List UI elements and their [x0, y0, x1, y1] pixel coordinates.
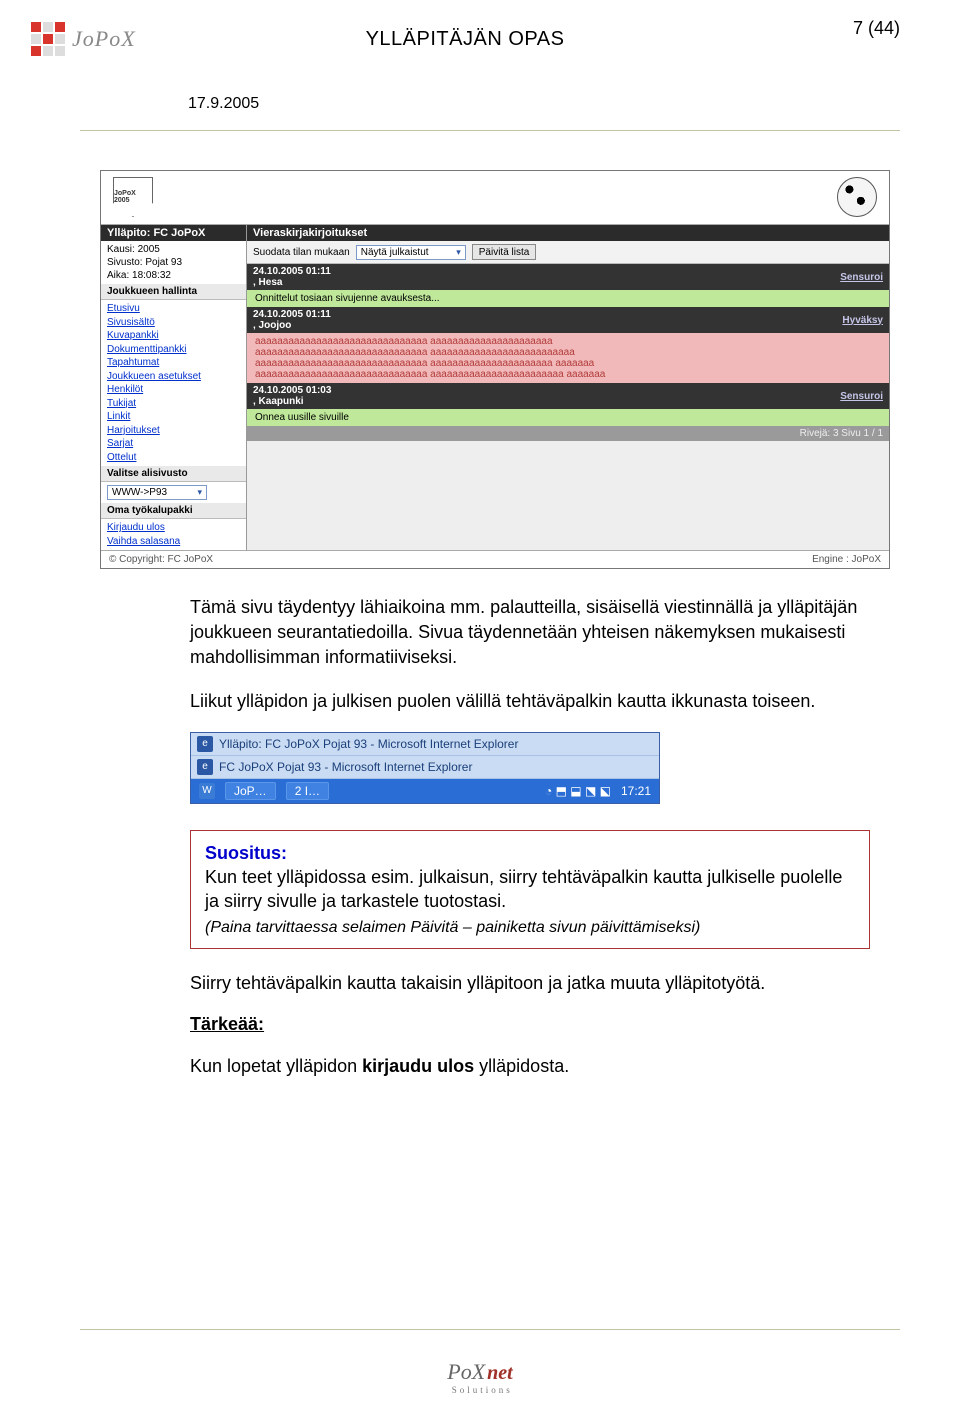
nav-sarjat[interactable]: Sarjat [107, 437, 240, 451]
callout-title: Suositus: [205, 843, 287, 863]
alisivusto-value: WWW->P93 [112, 487, 167, 498]
paragraph: Siirry tehtäväpalkin kautta takaisin yll… [190, 971, 870, 996]
entry-author: , Joojoo [253, 320, 291, 331]
ie-icon: e [197, 736, 213, 752]
admin-screenshot: JoPoX 2005 Ylläpito: FC JoPoX Kausi: 200… [100, 170, 890, 569]
filter-select[interactable]: Näytä julkaistut ▾ [356, 245, 466, 260]
callout-line: Kun teet ylläpidossa esim. julkaisun, si… [205, 867, 842, 911]
page-number: 7 (44) [853, 18, 900, 39]
nav-kuvapankki[interactable]: Kuvapankki [107, 329, 240, 343]
main-panel: Vieraskirjakirjoitukset Suodata tilan mu… [247, 225, 889, 550]
entry-timestamp: 24.10.2005 01:03 [253, 385, 331, 396]
titlebar: Ylläpito: FC JoPoX [101, 225, 246, 241]
footer-logo: PoXnet Solutions [447, 1359, 512, 1385]
chevron-down-icon: ▾ [197, 487, 202, 498]
entry-author: , Kaapunki [253, 396, 304, 407]
section-joukkueen-hallinta: Joukkueen hallinta [101, 284, 246, 300]
tool-links: Kirjaudu ulos Vaihda salasana [101, 519, 246, 550]
info-kausi: Kausi: 2005 [107, 243, 240, 256]
info-sivusto: Sivusto: Pojat 93 [107, 256, 240, 269]
nav-ottelut[interactable]: Ottelut [107, 451, 240, 465]
important-heading: Tärkeää: [190, 1014, 264, 1034]
footer-divider [80, 1329, 900, 1330]
nav-joukkueen-asetukset[interactable]: Joukkueen asetukset [107, 370, 240, 384]
text-bold: kirjaudu ulos [362, 1056, 474, 1076]
action-sensuroi[interactable]: Sensuroi [840, 391, 883, 402]
callout-note: (Paina tarvittaessa selaimen Päivitä – p… [205, 919, 700, 936]
nav-henkilot[interactable]: Henkilöt [107, 383, 240, 397]
nav-harjoitukset[interactable]: Harjoitukset [107, 424, 240, 438]
taskbar-window-label: FC JoPoX Pojat 93 - Microsoft Internet E… [219, 760, 472, 774]
taskbar-tray: W JoP… 2 I… ◔ ⬒ ⬓ ⬔ ⬕ 17:21 [191, 779, 659, 803]
main-title: Vieraskirjakirjoitukset [247, 225, 889, 241]
entry-body: Onnittelut tosiaan sivujenne avauksesta.… [247, 290, 889, 307]
taskbar-screenshot: e Ylläpito: FC JoPoX Pojat 93 - Microsof… [190, 732, 660, 804]
brand-name: JoPoX [72, 26, 136, 52]
footer-brand: PoX [447, 1359, 485, 1385]
brand-logo: JoPoX [30, 18, 250, 60]
filter-label: Suodata tilan mukaan [253, 247, 350, 258]
link-kirjaudu-ulos[interactable]: Kirjaudu ulos [107, 521, 240, 535]
nav-etusivu[interactable]: Etusivu [107, 302, 240, 316]
sidebar: Ylläpito: FC JoPoX Kausi: 2005 Sivusto: … [101, 225, 247, 550]
section-tyokalupakki: Oma työkalupakki [101, 503, 246, 519]
entry-body: Onnea uusille sivuille [247, 409, 889, 426]
paragraph: Kun lopetat ylläpidon kirjaudu ulos yllä… [190, 1054, 870, 1079]
recommendation-callout: Suositus: Kun teet ylläpidossa esim. jul… [190, 830, 870, 949]
entry-header: 24.10.2005 01:11 , Joojoo Hyväksy [247, 307, 889, 333]
section-alisivusto: Valitse alisivusto [101, 466, 246, 482]
alisivusto-select[interactable]: WWW->P93 ▾ [107, 485, 207, 500]
body-text: Tämä sivu täydentyy lähiaikoina mm. pala… [100, 569, 890, 714]
footer-engine: Engine : JoPoX [812, 554, 881, 565]
nav-list: Etusivu Sivusisältö Kuvapankki Dokumentt… [101, 300, 246, 466]
entry-timestamp: 24.10.2005 01:11 [253, 266, 331, 277]
entry-header: 24.10.2005 01:03 , Kaapunki Sensuroi [247, 383, 889, 409]
nav-linkit[interactable]: Linkit [107, 410, 240, 424]
nav-tapahtumat[interactable]: Tapahtumat [107, 356, 240, 370]
footer-brand-net: net [487, 1362, 513, 1385]
taskbar-button[interactable]: JoP… [225, 782, 276, 800]
entry-author: , Hesa [253, 277, 282, 288]
session-info: Kausi: 2005 Sivusto: Pojat 93 Aika: 18:0… [101, 241, 246, 284]
chevron-down-icon: ▾ [456, 247, 461, 258]
footer-copyright: © Copyright: FC JoPoX [109, 554, 213, 565]
header-divider [80, 130, 900, 131]
document-date: 17.9.2005 [188, 95, 259, 113]
app-banner: JoPoX 2005 [101, 171, 889, 225]
action-hyvaksy[interactable]: Hyväksy [842, 315, 883, 326]
logo-pixels-icon [30, 21, 66, 57]
tray-icons: ◔ ⬒ ⬓ ⬔ ⬕ [545, 784, 611, 798]
nav-dokumenttipankki[interactable]: Dokumenttipankki [107, 343, 240, 357]
entry-timestamp: 24.10.2005 01:11 [253, 309, 331, 320]
paragraph: Tämä sivu täydentyy lähiaikoina mm. pala… [190, 595, 870, 671]
ie-icon: e [197, 759, 213, 775]
taskbar-window-public[interactable]: e FC JoPoX Pojat 93 - Microsoft Internet… [191, 756, 659, 779]
taskbar-button[interactable]: 2 I… [286, 782, 329, 800]
club-shield-icon: JoPoX 2005 [113, 177, 153, 217]
taskbar-window-admin[interactable]: e Ylläpito: FC JoPoX Pojat 93 - Microsof… [191, 733, 659, 756]
taskbar-window-label: Ylläpito: FC JoPoX Pojat 93 - Microsoft … [219, 737, 518, 751]
soccer-ball-icon [837, 177, 877, 217]
footer-subtitle: Solutions [452, 1385, 513, 1395]
text: ylläpidosta. [474, 1056, 569, 1076]
page-header: JoPoX YLLÄPITÄJÄN OPAS 7 (44) [0, 0, 960, 80]
paragraph: Liikut ylläpidon ja julkisen puolen väli… [190, 689, 870, 714]
refresh-button[interactable]: Päivitä lista [472, 244, 537, 260]
entry-header: 24.10.2005 01:11 , Hesa Sensuroi [247, 264, 889, 290]
filter-value: Näytä julkaistut [361, 247, 429, 258]
word-icon: W [199, 783, 215, 799]
tray-clock: 17:21 [621, 784, 651, 798]
link-vaihda-salasana[interactable]: Vaihda salasana [107, 535, 240, 549]
nav-sivusisalto[interactable]: Sivusisältö [107, 316, 240, 330]
filter-bar: Suodata tilan mukaan Näytä julkaistut ▾ … [247, 241, 889, 264]
nav-tukijat[interactable]: Tukijat [107, 397, 240, 411]
text: Kun lopetat ylläpidon [190, 1056, 362, 1076]
app-footer: © Copyright: FC JoPoX Engine : JoPoX [101, 550, 889, 568]
pager: Rivejä: 3 Sivu 1 / 1 [247, 426, 889, 441]
after-text: Siirry tehtäväpalkin kautta takaisin yll… [100, 949, 890, 1079]
info-aika: Aika: 18:08:32 [107, 269, 240, 282]
entry-body: aaaaaaaaaaaaaaaaaaaaaaaaaaaaaaa aaaaaaaa… [247, 333, 889, 383]
action-sensuroi[interactable]: Sensuroi [840, 272, 883, 283]
content-area: JoPoX 2005 Ylläpito: FC JoPoX Kausi: 200… [100, 170, 890, 1095]
